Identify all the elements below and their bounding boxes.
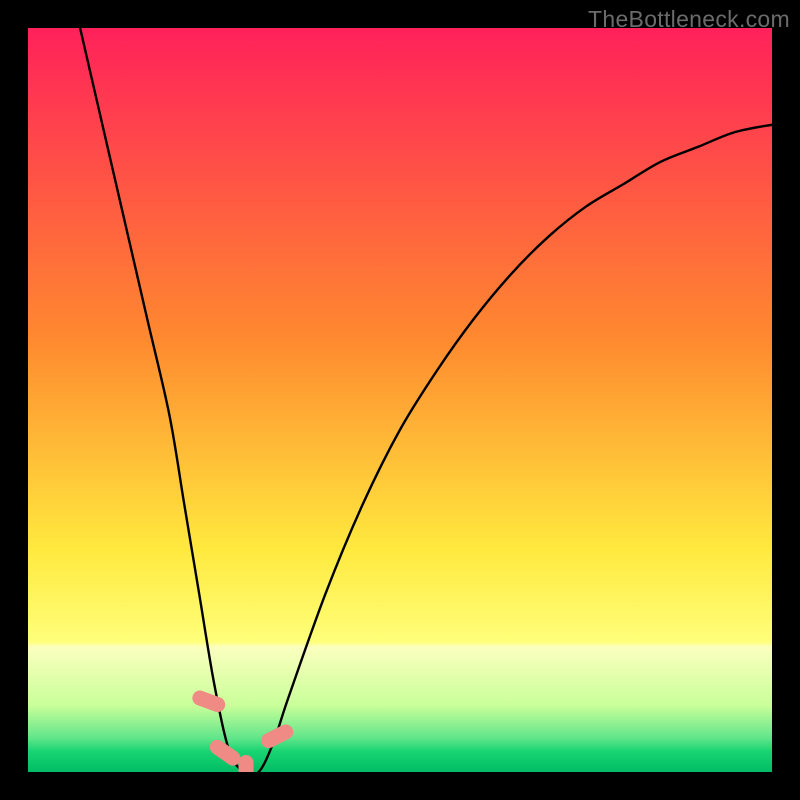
bottleneck-curve bbox=[80, 28, 772, 772]
chart-stage: TheBottleneck.com bbox=[0, 0, 800, 800]
plot-area bbox=[28, 28, 772, 772]
curve-layer bbox=[28, 28, 772, 772]
attribution-watermark: TheBottleneck.com bbox=[588, 6, 790, 33]
